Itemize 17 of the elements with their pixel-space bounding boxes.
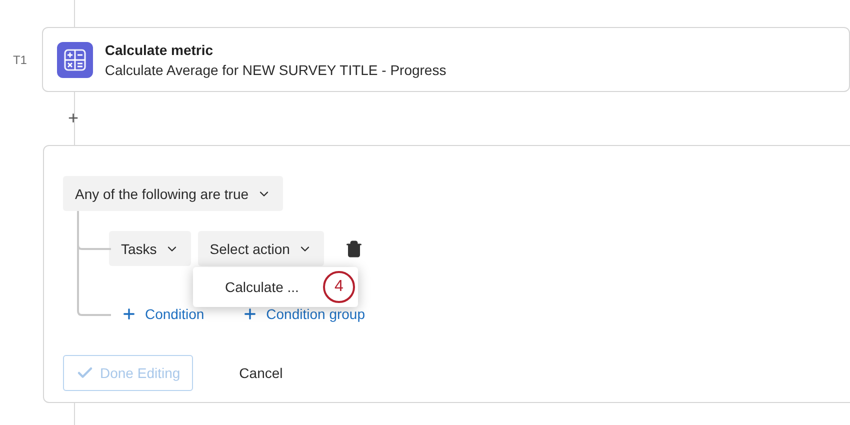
match-dropdown[interactable]: Any of the following are true	[63, 176, 283, 211]
calculator-icon	[64, 48, 86, 70]
action-dropdown[interactable]: Select action	[198, 231, 324, 266]
task-card[interactable]: Calculate metric Calculate Average for NEW SURVEY TITLE - Progress	[42, 27, 850, 92]
task-label: T1	[12, 52, 28, 66]
delete-icon[interactable]	[344, 240, 363, 258]
plus-icon	[121, 306, 137, 322]
menu-item[interactable]: Calculate ...	[225, 279, 299, 295]
add-condition-link[interactable]: Condition	[121, 306, 204, 322]
add-condition-link[interactable]: Condition group	[242, 306, 366, 322]
field-dropdown[interactable]: Tasks	[109, 231, 191, 266]
plus-icon	[242, 306, 258, 322]
task-description: Calculate Average for NEW SURVEY TITLE - Progress	[104, 62, 446, 78]
cancel-button[interactable]: Cancel	[227, 355, 295, 391]
add-step-button[interactable]: +	[68, 108, 79, 129]
step-badge: 4	[323, 271, 355, 303]
task-title: Calculate metric	[104, 42, 214, 58]
